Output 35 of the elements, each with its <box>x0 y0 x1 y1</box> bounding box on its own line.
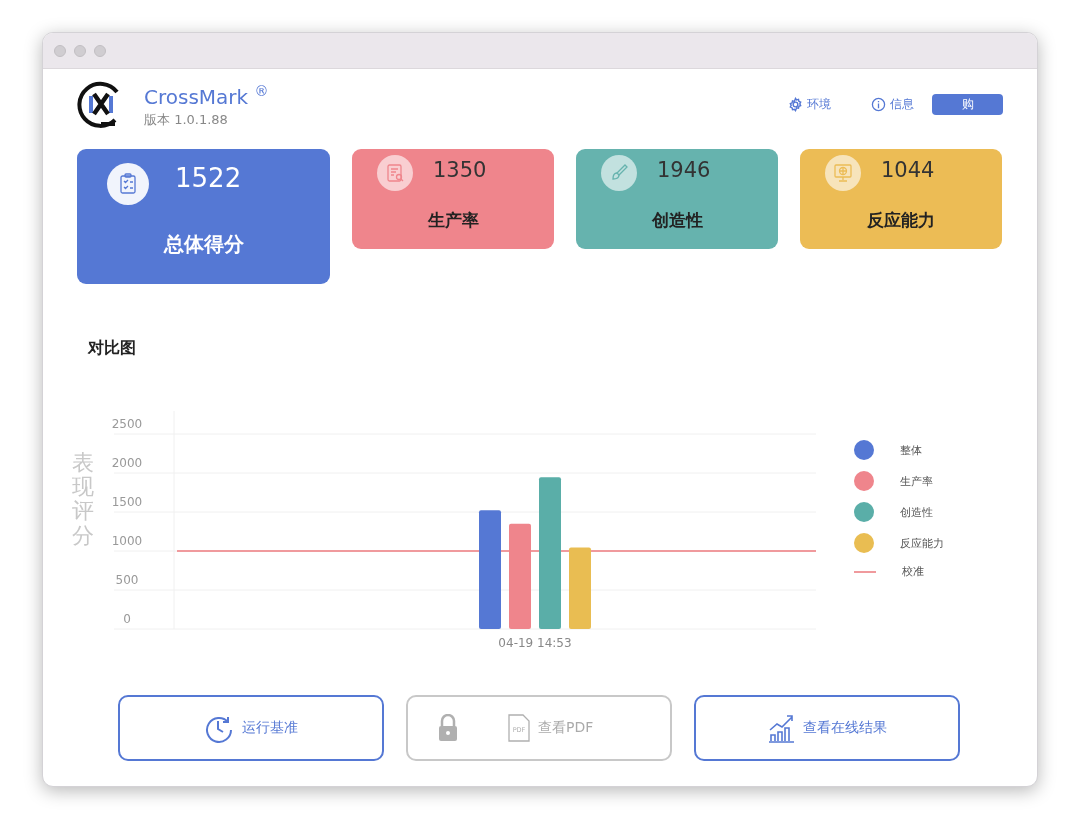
bar-chart-icon <box>767 713 795 743</box>
y-tick-label: 2000 <box>111 456 143 470</box>
score-label: 总体得分 <box>163 231 244 258</box>
score-label: 创造性 <box>651 208 703 232</box>
version-text: 版本 1.0.1.88 <box>144 110 229 129</box>
legend-label: 校准 <box>902 564 924 579</box>
y-tick-label: 1000 <box>111 534 143 548</box>
legend-label: 生产率 <box>900 473 933 489</box>
run-button[interactable]: 运行基准 <box>118 695 384 761</box>
y-tick-label: 500 <box>115 573 139 587</box>
settings-icon <box>788 96 803 112</box>
info-link[interactable]: 信息 <box>871 95 914 113</box>
score-label: 反应能力 <box>867 208 935 232</box>
close-window-button[interactable] <box>54 44 66 57</box>
buy-button[interactable]: 购 <box>932 93 1003 115</box>
info-icon <box>871 96 886 112</box>
settings-link[interactable]: 环境 <box>788 95 831 113</box>
minimize-window-button[interactable] <box>74 44 86 57</box>
padlock-icon <box>438 714 458 742</box>
app-title: CrossMark $^{®}$ <box>144 82 269 109</box>
zoom-window-button[interactable] <box>94 44 106 57</box>
legend-label: 反应能力 <box>900 535 944 551</box>
y-tick-label: 0 <box>123 612 131 626</box>
score-value: 1044 <box>881 158 936 184</box>
legend-label: 创造性 <box>900 504 933 520</box>
score-value: 1522 <box>175 163 243 195</box>
score-value: 1350 <box>433 158 488 184</box>
score-label: 生产率 <box>427 208 479 232</box>
x-tick-label: 04-19 14:53 <box>498 636 572 650</box>
y-tick-label: 1500 <box>111 495 143 509</box>
chart-title: 对比图 <box>88 338 136 357</box>
online-button[interactable]: 查看在线结果 <box>694 695 960 761</box>
y-tick-label: 2500 <box>111 417 143 431</box>
score-value: 1946 <box>657 158 712 184</box>
legend-label: 整体 <box>900 442 922 458</box>
